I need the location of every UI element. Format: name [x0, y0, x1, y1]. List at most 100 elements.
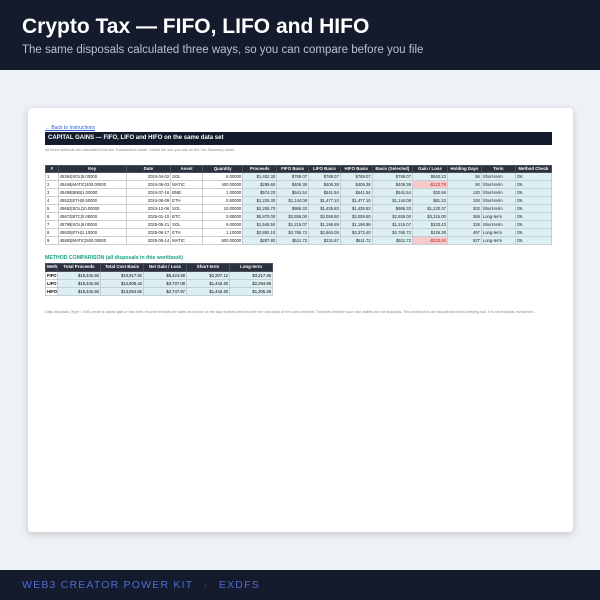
comparison-cell-method: FIFO	[45, 270, 58, 280]
table-row: 2 45446|MATIC|400.00000 2024-06-03 MATIC 400…	[45, 180, 553, 189]
cell-fifo: $789.07	[276, 172, 310, 181]
comparison-cell-basis: $12,605.42	[100, 278, 144, 288]
comparison-cell-proceeds: $16,342.50	[57, 286, 101, 296]
cell-term: Long-term	[480, 212, 516, 221]
cell-gain: $126.38	[411, 228, 448, 237]
cell-check: OK	[514, 228, 553, 237]
table-header-row: # Key Date Asset Quantity Proceeds FIFO Basis L…	[45, 165, 553, 173]
table-row: 1 45384|SOL|8.00000 2024-04-02 SOL 8.00000 $1…	[45, 172, 553, 181]
cell-check: OK	[514, 220, 553, 229]
back-to-instructions-link[interactable]: ← Back to Instructions	[45, 125, 556, 131]
cell-lifo: $2,664.05	[308, 228, 341, 237]
cell-fifo: $2,765.72	[276, 228, 310, 237]
cell-key: 45825|ETH|1.10000	[57, 228, 127, 237]
cell-gain: $3,315.00	[411, 212, 448, 221]
cell-date: 2024-04-02	[125, 172, 172, 181]
method-comparison-table: MethodTotal ProceedsTotal Cost BasisNet …	[45, 263, 273, 296]
cell-hifo: $3,373.40	[339, 228, 373, 237]
cell-lifo: $541.54	[308, 188, 341, 197]
page-header: Crypto Tax — FIFO, LIFO and HIFO The sam…	[0, 0, 600, 70]
cell-sel: $511.72	[371, 236, 413, 245]
cell-hifo: $409.38	[339, 180, 373, 189]
cell-sel: $986.33	[371, 204, 413, 213]
cell-key: 45798|SOL|9.00000	[57, 220, 127, 229]
table-row: 7 45798|SOL|9.00000 2025-05-21 SOL 9.00000 $1…	[45, 220, 553, 229]
cell-sel: $409.38	[371, 180, 413, 189]
cell-proceeds: $2,206.70	[242, 204, 278, 213]
column-header: #	[45, 165, 59, 173]
cell-days: 193	[446, 196, 482, 205]
comparison-column-header: Long-term	[229, 263, 273, 272]
cell-asset: SOL	[170, 220, 203, 229]
footer-separator: ·	[203, 579, 209, 591]
cell-n: 1	[45, 172, 59, 181]
footer-brand: WEB3 CREATOR POWER KIT	[22, 579, 194, 591]
cell-check: OK	[514, 212, 553, 221]
cell-days: 302	[446, 204, 482, 213]
cell-days: 369	[446, 212, 482, 221]
comparison-row: FIFO $16,342.50 $10,917.92 $5,424.58 $2,207.…	[45, 270, 273, 280]
cell-lifo: $789.07	[308, 172, 341, 181]
cell-term: Long-term	[480, 236, 516, 245]
cell-gain: $663.23	[411, 172, 448, 181]
cell-key: 45652|SOL|10.00000	[57, 204, 127, 213]
cell-lifo: $1,477.10	[308, 196, 341, 205]
cell-days: 328	[446, 220, 482, 229]
cell-term: Short-term	[480, 196, 516, 205]
comparison-cell-method: HIFO	[45, 286, 58, 296]
cell-asset: SOL	[170, 172, 203, 181]
disclaimer-note: Daily disposals (Type = Sell) create a c…	[45, 309, 537, 314]
cell-date: 2025-06-17	[125, 228, 172, 237]
cell-hifo: $511.72	[339, 236, 373, 245]
comparison-cell-net: $2,747.67	[143, 286, 187, 296]
page-footer: WEB3 CREATOR POWER KIT · EXDFS	[0, 570, 600, 600]
comparison-cell-basis: $13,594.82	[100, 286, 144, 296]
cell-qty: 9.00000	[201, 220, 244, 229]
cell-check: OK	[514, 236, 553, 245]
cell-gain: -$123.78	[411, 180, 448, 189]
column-header: Gain / Loss	[411, 165, 448, 173]
cell-days: 120	[446, 188, 482, 197]
cell-date: 2024-06-03	[125, 180, 172, 189]
cell-qty: 1.10000	[201, 228, 244, 237]
cell-hifo: $3,059.50	[339, 212, 373, 221]
cell-asset: MATIC	[170, 236, 203, 245]
cell-qty: 0.08000	[201, 212, 244, 221]
cell-term: Short-term	[480, 172, 516, 181]
cell-qty: 8.00000	[201, 172, 244, 181]
cell-date: 2024-07-16	[125, 188, 172, 197]
comparison-column-header: Total Proceeds	[57, 263, 101, 272]
cell-term: Short-term	[480, 204, 516, 213]
comparison-cell-short: $1,442.40	[186, 286, 230, 296]
cell-sel: $2,555.00	[371, 212, 413, 221]
cell-fifo: $409.38	[276, 180, 310, 189]
cell-hifo: $1,435.83	[339, 204, 373, 213]
cell-hifo: $1,477.10	[339, 196, 373, 205]
cell-proceeds: $2,892.10	[242, 228, 278, 237]
cell-lifo: $1,196.89	[308, 220, 341, 229]
column-header: HIFO Basis	[339, 165, 373, 173]
cell-proceeds: $285.60	[242, 180, 278, 189]
cell-key: 45672|BTC|0.08000	[57, 212, 127, 221]
cell-gain: -$223.92	[411, 236, 448, 245]
cell-hifo: $541.54	[339, 188, 373, 197]
cell-qty: 500.00000	[201, 236, 244, 245]
footer-author: EXDFS	[218, 579, 260, 591]
comparison-header-row: MethodTotal ProceedsTotal Cost BasisNet …	[45, 263, 273, 272]
comparison-cell-long: $2,294.69	[229, 278, 273, 288]
cell-proceeds: $287.80	[242, 236, 278, 245]
table-row: 3 45489|BNB|1.00000 2024-07-16 BNB 1.00000 $5…	[45, 188, 553, 197]
cell-hifo: $789.07	[339, 172, 373, 181]
cell-term: Long-term	[480, 228, 516, 237]
comparison-title: METHOD COMPARISON (all disposals in this…	[45, 255, 183, 261]
cell-n: 7	[45, 220, 59, 229]
comparison-column-header: Method	[45, 263, 58, 272]
cell-days: 497	[446, 228, 482, 237]
table-row: 5 45652|SOL|10.00000 2024-12-06 SOL 10.00000…	[45, 204, 553, 213]
cell-lifo: $231.67	[308, 236, 341, 245]
cell-qty: 0.50000	[201, 196, 244, 205]
cell-n: 8	[45, 228, 59, 237]
cell-proceeds: $1,548.50	[242, 220, 278, 229]
comparison-column-header: Short-term	[186, 263, 230, 272]
column-header: LIFO Basis	[308, 165, 341, 173]
